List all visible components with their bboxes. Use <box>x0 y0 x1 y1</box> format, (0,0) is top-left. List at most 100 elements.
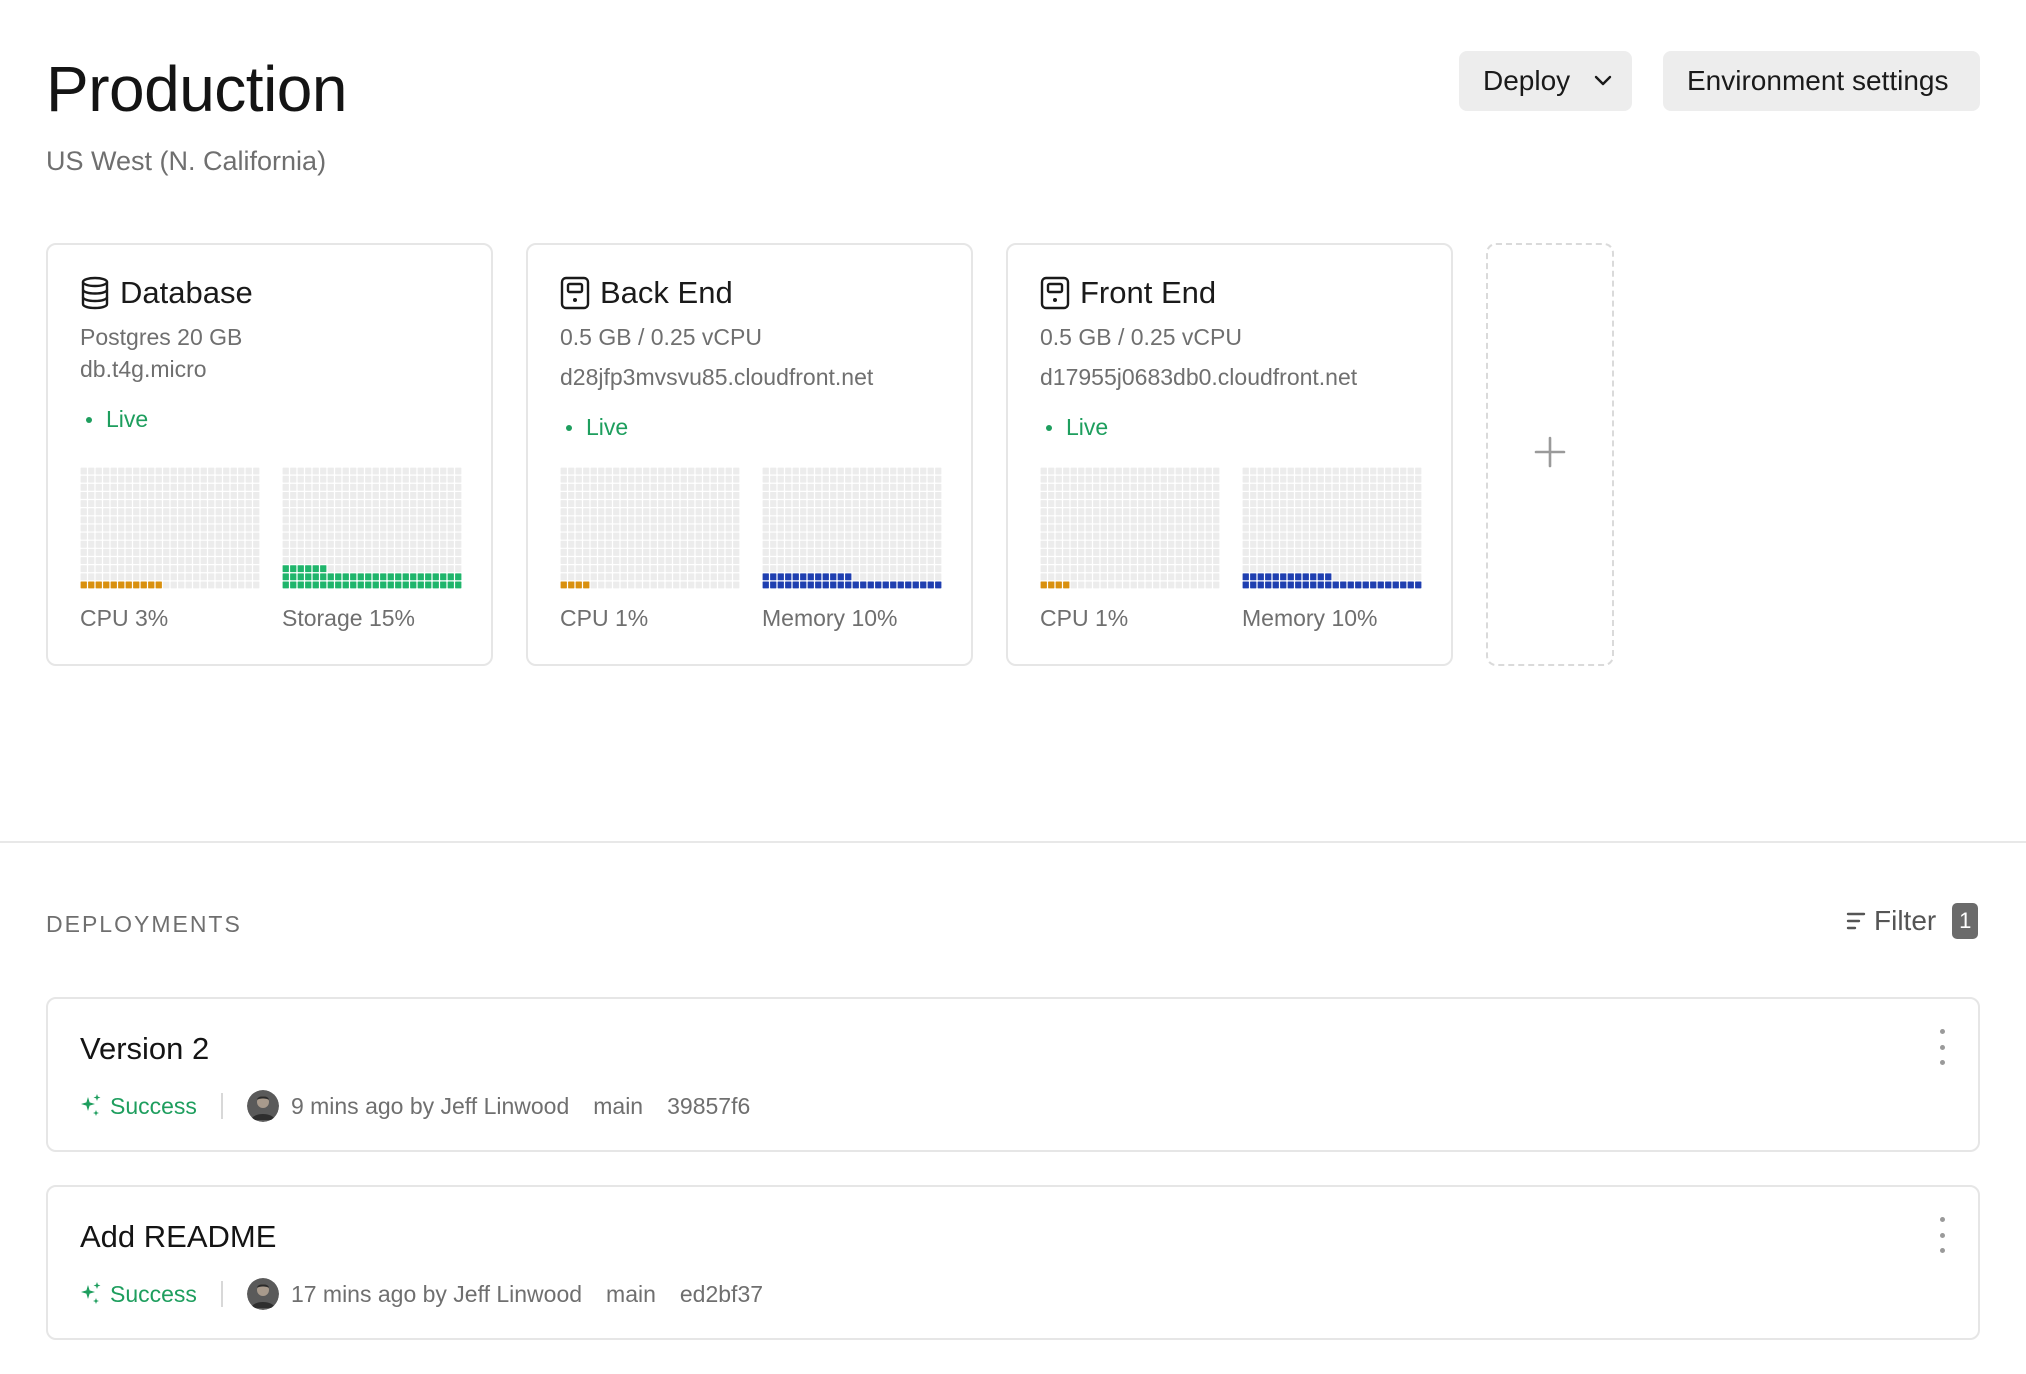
usage-cell-empty <box>1392 508 1399 516</box>
usage-cell-empty <box>350 548 357 556</box>
usage-cell-empty <box>890 532 897 540</box>
usage-cell-empty <box>305 524 312 532</box>
service-card-database[interactable]: Database Postgres 20 GB db.t4g.micro Liv… <box>46 243 493 666</box>
usage-cell-empty <box>432 492 439 499</box>
usage-cell-filled <box>447 581 454 589</box>
deployment-commit[interactable]: 39857f6 <box>667 1093 750 1120</box>
usage-cell-empty <box>110 467 117 475</box>
deployment-row[interactable]: Version 2 Success 9 mins ago by Jeff Lin… <box>46 997 1980 1152</box>
usage-cell-empty <box>762 524 769 532</box>
usage-cell-empty <box>650 475 657 483</box>
usage-cell-empty <box>1100 500 1107 508</box>
deploy-button[interactable]: Deploy <box>1459 51 1632 111</box>
usage-cell-empty <box>185 565 192 573</box>
usage-cell-empty <box>822 467 829 475</box>
environment-settings-button[interactable]: Environment settings <box>1663 51 1980 111</box>
usage-cell-empty <box>568 548 575 556</box>
usage-cell-empty <box>920 573 927 581</box>
usage-cell-empty <box>163 540 170 548</box>
usage-cell-empty <box>1093 492 1100 499</box>
usage-cell-empty <box>1063 540 1070 548</box>
usage-cell-empty <box>1100 467 1107 475</box>
usage-cell-empty <box>95 492 102 499</box>
deployment-row[interactable]: Add README Success 17 mins ago by Jeff L… <box>46 1185 1980 1340</box>
usage-cell-empty <box>605 492 612 499</box>
usage-cell-filled <box>342 581 349 589</box>
usage-cell-empty <box>575 492 582 499</box>
usage-cell-empty <box>875 565 882 573</box>
usage-cell-empty <box>1317 524 1324 532</box>
usage-cell-empty <box>1385 475 1392 483</box>
usage-cell-empty <box>650 516 657 524</box>
usage-cell-empty <box>1280 524 1287 532</box>
usage-cell-empty <box>628 508 635 516</box>
usage-cell-empty <box>830 557 837 564</box>
usage-cell-empty <box>1407 548 1414 556</box>
usage-cell-empty <box>1205 524 1212 532</box>
usage-cell-empty <box>365 492 372 499</box>
usage-cell-empty <box>830 475 837 483</box>
usage-cell-empty <box>1153 492 1160 499</box>
usage-cell-empty <box>1153 508 1160 516</box>
usage-cell-empty <box>822 532 829 540</box>
usage-cell-empty <box>635 581 642 589</box>
service-card-back-end[interactable]: Back End 0.5 GB / 0.25 vCPU d28jfp3mvsvu… <box>526 243 973 666</box>
usage-cell-empty <box>1153 573 1160 581</box>
usage-cell-empty <box>1138 492 1145 499</box>
service-url[interactable]: d17955j0683db0.cloudfront.net <box>1040 364 1357 391</box>
usage-cell-empty <box>133 573 140 581</box>
usage-cell-empty <box>1347 557 1354 564</box>
usage-cell-empty <box>1168 573 1175 581</box>
usage-cell-empty <box>1355 548 1362 556</box>
usage-cell-empty <box>920 508 927 516</box>
usage-cell-empty <box>800 540 807 548</box>
usage-cell-empty <box>163 581 170 589</box>
usage-cell-empty <box>1108 492 1115 499</box>
usage-cell-empty <box>927 475 934 483</box>
usage-cell-empty <box>822 548 829 556</box>
usage-cell-empty <box>613 500 620 508</box>
usage-cell-empty <box>1108 573 1115 581</box>
usage-cell-empty <box>575 524 582 532</box>
service-card-front-end[interactable]: Front End 0.5 GB / 0.25 vCPU d17955j0683… <box>1006 243 1453 666</box>
usage-cell-empty <box>807 565 814 573</box>
usage-cell-empty <box>643 467 650 475</box>
usage-cell-empty <box>1048 565 1055 573</box>
usage-cell-empty <box>95 548 102 556</box>
usage-cell-empty <box>643 516 650 524</box>
add-service-button[interactable] <box>1486 243 1614 666</box>
usage-cell-empty <box>1257 548 1264 556</box>
usage-cell-empty <box>1392 573 1399 581</box>
usage-cell-empty <box>1198 500 1205 508</box>
usage-cell-empty <box>770 467 777 475</box>
usage-cell-empty <box>875 483 882 491</box>
usage-cell-empty <box>1302 565 1309 573</box>
more-options-icon[interactable] <box>1936 1029 1948 1065</box>
usage-cell-empty <box>1160 532 1167 540</box>
status-badge: Live <box>1040 414 1108 441</box>
usage-cell-empty <box>1070 573 1077 581</box>
usage-cell-empty <box>1355 516 1362 524</box>
usage-cell-empty <box>357 532 364 540</box>
usage-cell-empty <box>1400 483 1407 491</box>
usage-cell-filled <box>365 573 372 581</box>
usage-cell-empty <box>695 492 702 499</box>
usage-cell-empty <box>680 467 687 475</box>
usage-cell-empty <box>688 565 695 573</box>
usage-cell-empty <box>357 475 364 483</box>
usage-cell-empty <box>447 548 454 556</box>
usage-cell-empty <box>380 540 387 548</box>
usage-cell-empty <box>1325 524 1332 532</box>
usage-cell-empty <box>590 524 597 532</box>
usage-cell-filled <box>297 581 304 589</box>
filter-button[interactable]: Filter 1 <box>1846 903 1979 939</box>
usage-cell-empty <box>88 532 95 540</box>
usage-cell-empty <box>342 557 349 564</box>
more-options-icon[interactable] <box>1936 1217 1948 1253</box>
usage-cell-empty <box>680 492 687 499</box>
usage-cell-empty <box>785 548 792 556</box>
service-url[interactable]: d28jfp3mvsvu85.cloudfront.net <box>560 364 873 391</box>
usage-cell-empty <box>1340 483 1347 491</box>
usage-cell-empty <box>725 467 732 475</box>
deployment-commit[interactable]: ed2bf37 <box>680 1281 763 1308</box>
